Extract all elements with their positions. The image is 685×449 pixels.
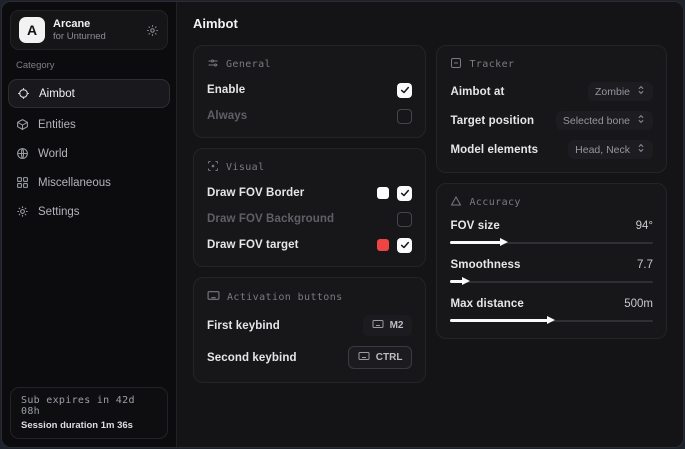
gear-icon: [16, 205, 29, 218]
second-keybind-button[interactable]: CTRL: [348, 346, 413, 369]
always-checkbox[interactable]: [397, 109, 412, 124]
slider-thumb[interactable]: [500, 238, 508, 246]
sidebar-item-label: Aimbot: [39, 88, 75, 100]
sidebar-item-label: World: [38, 148, 68, 160]
app-window: A Arcane for Unturned Category Aimbot: [1, 1, 684, 448]
keybind-value: M2: [390, 320, 404, 331]
sliders-icon: [207, 57, 219, 72]
brand-name: Arcane: [53, 18, 138, 31]
setting-label: Always: [207, 110, 247, 122]
visual-card: Visual Draw FOV Border Draw FOV Backgrou…: [193, 148, 426, 267]
keybind-value: CTRL: [376, 352, 403, 363]
main-content: Aimbot General Enable: [177, 2, 683, 447]
smoothness-slider[interactable]: [450, 277, 653, 286]
card-title: Visual: [226, 162, 265, 173]
fov-size-slider[interactable]: [450, 238, 653, 247]
general-card: General Enable Always: [193, 45, 426, 138]
chevrons-up-down-icon: [636, 143, 646, 156]
sidebar: A Arcane for Unturned Category Aimbot: [2, 2, 177, 447]
setting-label: Target position: [450, 115, 534, 127]
aimbot-at-select[interactable]: Zombie: [588, 82, 653, 101]
fov-background-checkbox[interactable]: [397, 212, 412, 227]
card-title: Activation buttons: [227, 292, 343, 303]
keyboard-icon: [372, 318, 384, 333]
triangle-icon: [450, 195, 462, 210]
scan-icon: [207, 160, 219, 175]
category-label: Category: [16, 60, 162, 71]
chevrons-up-down-icon: [636, 85, 646, 98]
setting-label: FOV size: [450, 220, 499, 232]
enable-checkbox[interactable]: [397, 83, 412, 98]
smoothness-value: 7.7: [637, 259, 653, 271]
slider-thumb[interactable]: [547, 316, 555, 324]
card-title: General: [226, 59, 271, 70]
chevrons-up-down-icon: [636, 114, 646, 127]
card-title: Accuracy: [469, 197, 520, 208]
page-title: Aimbot: [193, 16, 667, 31]
slider-thumb[interactable]: [462, 277, 470, 285]
grid-icon: [16, 176, 29, 189]
sidebar-nav: Aimbot Entities World Miscellaneous: [2, 77, 176, 226]
minus-square-icon: [450, 57, 462, 72]
keyboard-icon: [207, 289, 220, 305]
sidebar-item-entities[interactable]: Entities: [2, 111, 176, 138]
color-swatch[interactable]: [377, 187, 389, 199]
sidebar-item-label: Settings: [38, 206, 80, 218]
select-value: Head, Neck: [575, 144, 630, 156]
cube-icon: [16, 118, 29, 131]
first-keybind-button[interactable]: M2: [363, 315, 413, 336]
select-value: Zombie: [595, 86, 630, 98]
setting-label: Smoothness: [450, 259, 520, 271]
tracker-card: Tracker Aimbot at Zombie Target position: [436, 45, 667, 173]
globe-icon: [16, 147, 29, 160]
setting-label: Enable: [207, 84, 245, 96]
crosshair-icon: [17, 87, 30, 100]
setting-label: First keybind: [207, 320, 280, 332]
activation-card: Activation buttons First keybind M2 Seco…: [193, 277, 426, 383]
setting-label: Draw FOV Background: [207, 213, 334, 225]
sidebar-item-label: Entities: [38, 119, 76, 131]
setting-label: Model elements: [450, 144, 538, 156]
card-title: Tracker: [469, 59, 514, 70]
color-swatch[interactable]: [377, 239, 389, 251]
max-distance-value: 500m: [624, 298, 653, 310]
accuracy-card: Accuracy FOV size 94°: [436, 183, 667, 339]
sub-expires-text: Sub expires in 42d 08h: [21, 395, 157, 417]
gear-icon[interactable]: [146, 24, 159, 37]
keyboard-icon: [358, 350, 370, 365]
subscription-info: Sub expires in 42d 08h Session duration …: [10, 387, 168, 439]
sidebar-item-miscellaneous[interactable]: Miscellaneous: [2, 169, 176, 196]
fov-size-value: 94°: [636, 220, 653, 232]
fov-border-checkbox[interactable]: [397, 186, 412, 201]
sidebar-item-aimbot[interactable]: Aimbot: [8, 79, 170, 108]
model-elements-select[interactable]: Head, Neck: [568, 140, 653, 159]
sidebar-item-world[interactable]: World: [2, 140, 176, 167]
sidebar-item-label: Miscellaneous: [38, 177, 111, 189]
select-value: Selected bone: [563, 115, 630, 127]
target-position-select[interactable]: Selected bone: [556, 111, 653, 130]
setting-label: Second keybind: [207, 352, 297, 364]
setting-label: Draw FOV target: [207, 239, 299, 251]
session-duration-text: Session duration 1m 36s: [21, 420, 157, 431]
setting-label: Draw FOV Border: [207, 187, 304, 199]
setting-label: Aimbot at: [450, 86, 504, 98]
brand-logo: A: [19, 17, 45, 43]
brand-subtitle: for Unturned: [53, 31, 138, 42]
setting-label: Max distance: [450, 298, 523, 310]
fov-target-checkbox[interactable]: [397, 238, 412, 253]
brand-card: A Arcane for Unturned: [10, 10, 168, 50]
sidebar-item-settings[interactable]: Settings: [2, 198, 176, 225]
max-distance-slider[interactable]: [450, 316, 653, 325]
